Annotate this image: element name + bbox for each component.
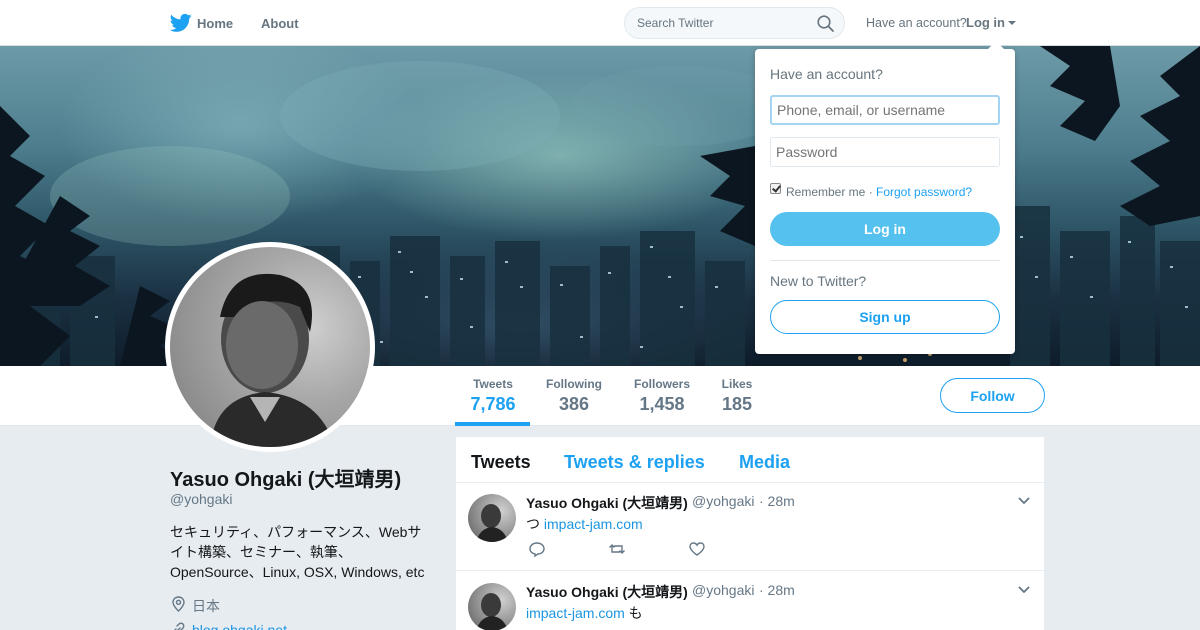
tab-media[interactable]: Media	[739, 452, 790, 473]
tweet-avatar[interactable]	[468, 494, 516, 542]
search-input[interactable]: Search Twitter	[624, 7, 845, 39]
reply-icon[interactable]	[528, 541, 546, 557]
tweet-avatar-portrait	[476, 593, 508, 630]
stat-following[interactable]: Following 386	[544, 377, 604, 415]
login-button[interactable]: Log in	[770, 212, 1000, 246]
stat-label: Likes	[721, 377, 753, 391]
tweet-avatar[interactable]	[468, 583, 516, 630]
active-stat-indicator	[455, 422, 530, 426]
divider	[770, 260, 1000, 261]
timeline-tabs: Tweets Tweets & replies Media	[456, 437, 1044, 483]
tweet-link[interactable]: impact-jam.com	[526, 605, 625, 621]
location-icon	[172, 596, 185, 612]
tweet-author-name[interactable]: Yasuo Ohgaki (大垣靖男)	[526, 582, 688, 602]
nav-about-link[interactable]: About	[261, 16, 299, 31]
remember-me-text: Remember me	[786, 185, 866, 199]
retweet-icon[interactable]	[608, 541, 626, 557]
tweet-author-handle[interactable]: @yohgaki	[692, 582, 754, 598]
tweet-avatar-portrait	[476, 504, 508, 542]
tab-tweets[interactable]: Tweets	[471, 452, 531, 473]
stat-label: Tweets	[473, 377, 513, 391]
tweet-item[interactable]: Yasuo Ohgaki (大垣靖男) @yohgaki · 28m impac…	[456, 572, 1044, 630]
remember-me-label[interactable]: Remember me ·	[786, 185, 873, 199]
search-placeholder: Search Twitter	[637, 16, 714, 30]
dropdown-arrow	[988, 41, 1004, 49]
tweet-text: つ impact-jam.com	[526, 514, 643, 534]
profile-website-link[interactable]: blog.ohgaki.net	[192, 622, 287, 630]
signup-button[interactable]: Sign up	[770, 300, 1000, 334]
login-dropdown: Have an account? Remember me · Forgot pa…	[755, 49, 1015, 354]
login-dropdown-toggle[interactable]: Log in	[966, 15, 1005, 30]
tweet-item[interactable]: Yasuo Ohgaki (大垣靖男) @yohgaki · 28m つ imp…	[456, 483, 1044, 571]
checkbox-icon[interactable]	[770, 183, 781, 194]
forgot-password-link[interactable]: Forgot password?	[876, 185, 972, 199]
chevron-down-icon[interactable]	[1018, 586, 1030, 594]
tweet-author-name[interactable]: Yasuo Ohgaki (大垣靖男)	[526, 493, 688, 513]
separator-dot: ·	[865, 185, 873, 199]
stat-value: 386	[558, 394, 590, 414]
stat-value: 185	[721, 394, 753, 414]
tweet-text-suffix: も	[624, 605, 643, 621]
link-icon	[174, 622, 185, 630]
tweet-timestamp[interactable]: · 28m	[759, 582, 795, 598]
profile-handle: @yohgaki	[170, 491, 233, 507]
twitter-bird-icon[interactable]	[170, 13, 192, 33]
chevron-down-icon[interactable]	[1018, 497, 1030, 505]
dropdown-title: Have an account?	[770, 66, 883, 82]
tweet-text: impact-jam.com も	[526, 603, 643, 623]
tweet-timestamp[interactable]: · 28m	[759, 493, 795, 509]
like-icon[interactable]	[688, 541, 706, 557]
stat-label: Following	[546, 377, 602, 391]
profile-location: 日本	[192, 598, 220, 614]
follow-button[interactable]: Follow	[940, 378, 1045, 413]
password-input[interactable]	[770, 137, 1000, 167]
nav-home-link[interactable]: Home	[197, 16, 233, 31]
stat-followers[interactable]: Followers 1,458	[632, 377, 692, 415]
profile-avatar[interactable]	[165, 242, 375, 452]
tweet-text-prefix: つ	[526, 516, 544, 532]
stat-value: 1,458	[639, 394, 685, 414]
stat-likes[interactable]: Likes 185	[720, 377, 754, 415]
profile-bio: セキュリティ、パフォーマンス、Webサイト構築、セミナー、執筆、OpenSour…	[170, 524, 425, 580]
tab-tweets-and-replies[interactable]: Tweets & replies	[564, 452, 705, 473]
avatar-portrait	[210, 273, 335, 447]
caret-down-icon[interactable]	[1008, 21, 1016, 25]
tweet-author-handle[interactable]: @yohgaki	[692, 493, 754, 509]
tweet-link[interactable]: impact-jam.com	[544, 516, 643, 532]
timeline: Tweets Tweets & replies Media Yasuo Ohga…	[456, 437, 1044, 630]
username-input[interactable]	[770, 95, 1000, 125]
have-account-text: Have an account?	[866, 16, 967, 30]
new-to-twitter-text: New to Twitter?	[770, 273, 867, 289]
search-icon[interactable]	[817, 15, 834, 32]
top-navigation-bar: Home About Search Twitter Have an accoun…	[0, 0, 1200, 46]
stat-label: Followers	[633, 377, 690, 391]
stat-tweets[interactable]: Tweets 7,786	[470, 377, 516, 415]
avatar-photo	[170, 247, 370, 447]
profile-name: Yasuo Ohgaki (大垣靖男)	[170, 469, 402, 491]
stat-value: 7,786	[470, 394, 516, 414]
